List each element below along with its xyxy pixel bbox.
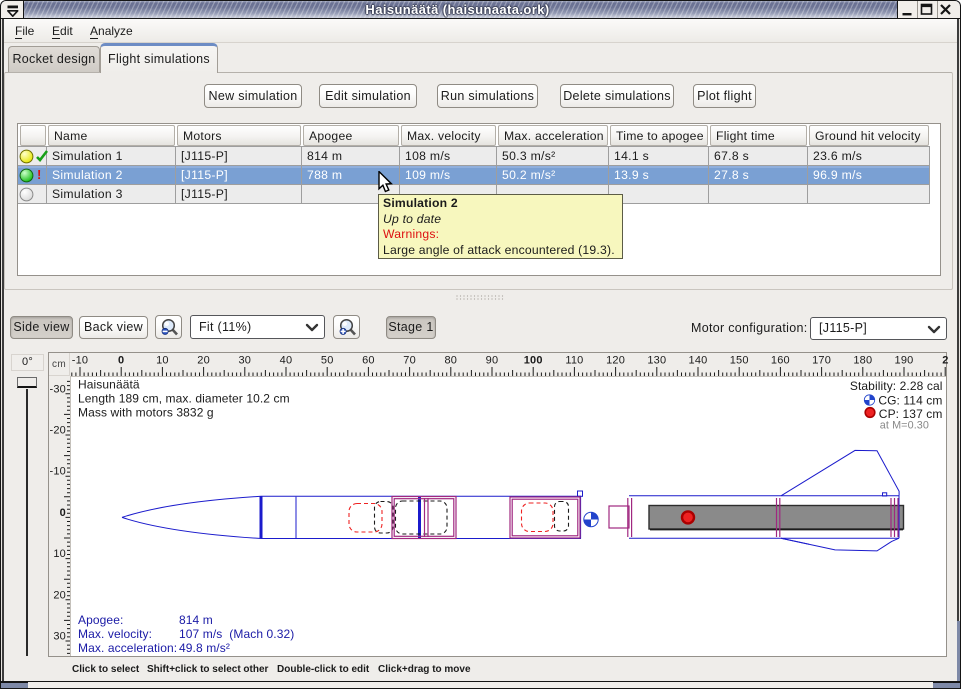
svg-text:49.8 m/s²: 49.8 m/s² <box>179 641 230 655</box>
svg-text:at M=0.30: at M=0.30 <box>880 420 929 432</box>
svg-text:Max. velocity:: Max. velocity: <box>78 627 152 641</box>
svg-text:107 m/s (Mach 0.32): 107 m/s (Mach 0.32) <box>179 627 294 641</box>
svg-text:814 m: 814 m <box>179 613 213 627</box>
svg-text:Stability: 2.28 cal: Stability: 2.28 cal <box>850 379 943 393</box>
svg-text:Apogee:: Apogee: <box>78 613 123 627</box>
svg-text:Length 189 cm, max. diameter 1: Length 189 cm, max. diameter 10.2 cm <box>78 392 290 406</box>
svg-text:Haisunäätä: Haisunäätä <box>78 378 140 392</box>
svg-text:Max. acceleration:: Max. acceleration: <box>78 641 177 655</box>
svg-text:CG: 114 cm: CG: 114 cm <box>878 394 942 408</box>
svg-text:Mass with motors 3832 g: Mass with motors 3832 g <box>78 406 214 420</box>
